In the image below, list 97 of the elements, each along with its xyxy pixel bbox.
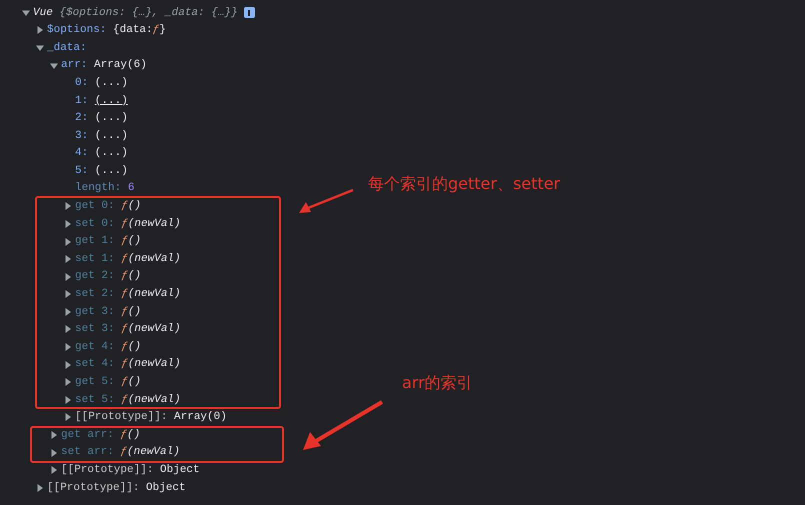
- property-value[interactable]: (...): [94, 162, 128, 180]
- property-value: Object: [160, 462, 200, 478]
- property-key: $options:: [47, 22, 106, 39]
- property-key: 2:: [75, 110, 88, 127]
- collapsed-triangle-icon[interactable]: [64, 202, 72, 210]
- collapsed-triangle-icon[interactable]: [50, 466, 58, 474]
- property-value[interactable]: (...): [94, 92, 128, 110]
- property-value[interactable]: (...): [94, 74, 128, 92]
- expanded-triangle-icon[interactable]: [22, 8, 30, 17]
- property-value: (): [128, 340, 142, 355]
- collapsed-triangle-icon[interactable]: [64, 238, 72, 246]
- property-value: Array(6): [94, 58, 147, 74]
- property-key: _data:: [47, 40, 87, 56]
- property-value[interactable]: (...): [94, 145, 128, 162]
- collapsed-triangle-icon[interactable]: [64, 396, 72, 404]
- expanded-triangle-icon[interactable]: [50, 62, 58, 70]
- property-key: get 1:: [75, 233, 115, 250]
- function-sign: ƒ: [121, 216, 128, 232]
- property-value: (newVal): [128, 216, 181, 232]
- function-sign: ƒ: [121, 199, 128, 214]
- function-sign: ƒ: [152, 23, 160, 38]
- annotation-text: arr的索引: [402, 372, 473, 394]
- property-key: set 0:: [75, 216, 115, 232]
- function-sign: ƒ: [121, 357, 128, 372]
- collapsed-triangle-icon[interactable]: [36, 26, 44, 34]
- property-key: get 2:: [75, 268, 115, 285]
- expanded-triangle-icon[interactable]: [36, 44, 44, 52]
- function-sign: ƒ: [120, 445, 128, 460]
- function-sign: ƒ: [121, 322, 128, 338]
- property-value: {$options: {…}, _data: {…}}: [59, 6, 238, 21]
- property-value: Array(0): [174, 410, 227, 426]
- property-value: (): [128, 234, 142, 250]
- annotation-text: 每个索引的getter、setter: [368, 173, 560, 195]
- collapsed-triangle-icon[interactable]: [64, 413, 72, 422]
- property-key: set 1:: [75, 250, 115, 268]
- property-key: set 4:: [75, 356, 115, 373]
- property-value: (newVal): [128, 322, 181, 338]
- function-sign: ƒ: [121, 375, 128, 390]
- property-key: 4:: [75, 145, 88, 162]
- property-key: set 3:: [75, 321, 115, 338]
- property-key: get 4:: [75, 338, 115, 356]
- function-sign: ƒ: [121, 340, 128, 355]
- property-key: arr:: [61, 57, 88, 74]
- property-value: {data:: [113, 23, 153, 38]
- property-key: set 2:: [75, 286, 115, 303]
- property-key: get 3:: [75, 304, 115, 320]
- property-key: set arr:: [61, 444, 114, 461]
- property-key: get 5:: [75, 374, 115, 391]
- property-value: (newVal): [128, 287, 181, 302]
- property-key: 1:: [75, 92, 88, 110]
- property-key: get arr:: [61, 426, 114, 444]
- property-key: length:: [75, 180, 122, 197]
- function-sign: ƒ: [121, 252, 128, 267]
- property-key: 3:: [75, 128, 88, 144]
- collapsed-triangle-icon[interactable]: [64, 378, 72, 386]
- property-key: 5:: [75, 162, 88, 180]
- property-key: 0:: [75, 74, 88, 92]
- collapsed-triangle-icon[interactable]: [64, 255, 72, 264]
- property-value: (): [128, 199, 142, 214]
- property-value: Object: [146, 480, 186, 496]
- property-value[interactable]: (...): [94, 128, 128, 144]
- property-key: get 0:: [75, 198, 115, 215]
- info-icon[interactable]: [244, 7, 255, 18]
- property-key: [[Prototype]]:: [75, 409, 168, 426]
- property-value: (newVal): [127, 445, 180, 460]
- property-value: (newVal): [128, 252, 181, 267]
- property-value: 6: [128, 181, 134, 196]
- collapsed-triangle-icon[interactable]: [64, 272, 72, 281]
- function-sign: ƒ: [121, 287, 128, 302]
- property-key: Vue: [33, 4, 53, 22]
- collapsed-triangle-icon[interactable]: [64, 325, 72, 334]
- arrow-icon: [302, 400, 384, 451]
- property-value: (): [128, 375, 142, 390]
- property-value: (): [128, 304, 142, 320]
- property-value: (newVal): [128, 392, 181, 408]
- collapsed-triangle-icon[interactable]: [64, 220, 72, 228]
- function-sign: ƒ: [121, 269, 128, 284]
- collapsed-triangle-icon[interactable]: [64, 343, 72, 352]
- property-value[interactable]: (...): [94, 110, 128, 127]
- collapsed-triangle-icon[interactable]: [50, 431, 58, 440]
- property-value: }: [159, 23, 166, 38]
- property-value: (): [127, 428, 140, 443]
- collapsed-triangle-icon[interactable]: [36, 484, 44, 492]
- property-value: (newVal): [128, 357, 181, 372]
- function-sign: ƒ: [121, 392, 128, 408]
- function-sign: ƒ: [121, 304, 128, 320]
- function-sign: ƒ: [120, 428, 128, 443]
- property-key: [[Prototype]]:: [47, 480, 140, 496]
- collapsed-triangle-icon[interactable]: [64, 308, 72, 316]
- collapsed-triangle-icon[interactable]: [64, 290, 72, 298]
- collapsed-triangle-icon[interactable]: [64, 360, 72, 369]
- property-key: [[Prototype]]:: [61, 462, 154, 478]
- collapsed-triangle-icon[interactable]: [50, 448, 58, 457]
- property-key: set 5:: [75, 392, 115, 408]
- arrow-icon: [298, 188, 354, 215]
- function-sign: ƒ: [121, 234, 128, 250]
- property-value: (): [128, 269, 142, 284]
